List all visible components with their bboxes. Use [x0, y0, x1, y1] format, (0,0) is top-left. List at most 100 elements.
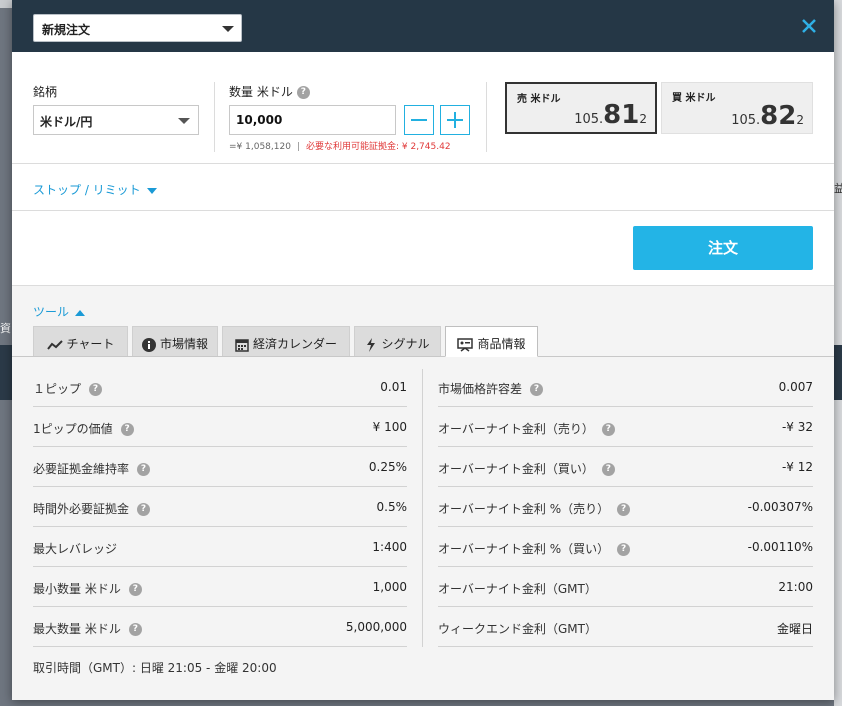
product-info-value: 1,000	[372, 580, 407, 594]
tab-market-info[interactable]: 市場情報	[132, 326, 218, 356]
help-icon[interactable]: ?	[530, 383, 544, 396]
symbol-select[interactable]: 米ドル/円	[33, 105, 199, 135]
product-info-value: 0.01	[380, 380, 407, 394]
product-info-row: オーバーナイト金利（買い）? -¥ 12	[438, 447, 813, 487]
product-info-value: -¥ 32	[781, 420, 813, 434]
caret-up-icon	[75, 309, 86, 316]
product-info-key: １ピップ?	[33, 380, 103, 397]
product-info-row: オーバーナイト金利 %（買い）? -0.00110%	[438, 527, 813, 567]
tab-signal[interactable]: シグナル	[354, 326, 441, 356]
price-pips: 81	[603, 100, 640, 130]
product-info-row: 必要証拠金維持率? 0.25%	[33, 447, 407, 487]
tab-economic-calendar[interactable]: 経済カレンダー	[222, 326, 350, 356]
tools-panel: ツール チャート 市場情報 経済カレンダー シグナル 商品情報 １ピップ? 0.0…	[12, 286, 834, 700]
help-icon[interactable]: ?	[601, 463, 615, 476]
product-info-row: １ピップ? 0.01	[33, 367, 407, 407]
product-info-row: オーバーナイト金利（GMT） 21:00	[438, 567, 813, 607]
trading-hours: 取引時間（GMT）: 日曜 21:05 - 金曜 20:00	[33, 661, 277, 675]
product-info-key-text: 市場価格許容差	[438, 382, 523, 396]
increase-quantity-button[interactable]	[440, 105, 470, 135]
sell-quote-label: 売 米ドル	[517, 94, 561, 105]
product-info-row: 1ピップの価値? ¥ 100	[33, 407, 407, 447]
product-info-key-text: 必要証拠金維持率	[33, 462, 130, 476]
background-page-bar	[834, 345, 842, 400]
required-margin: 必要な利用可能証拠金: ¥ 2,745.42	[305, 142, 451, 152]
product-info-left: １ピップ? 0.01 1ピップの価値? ¥ 100 必要証拠金維持率? 0.25% 時間外必…	[33, 367, 407, 647]
order-type-select[interactable]: 新規注文	[33, 14, 242, 42]
chevron-down-icon	[178, 118, 190, 124]
submit-section: 注文	[12, 211, 834, 286]
product-info-key: オーバーナイト金利（売り）?	[438, 420, 615, 437]
price-fraction: 2	[796, 113, 804, 127]
product-info-value: -¥ 12	[781, 460, 813, 474]
product-info-key-text: オーバーナイト金利 %（買い）	[438, 542, 610, 556]
help-icon[interactable]: ?	[89, 383, 103, 396]
product-info-value: -0.00307%	[747, 500, 813, 514]
product-info-value: 0.007	[778, 380, 813, 394]
product-info-key: 最小数量 米ドル?	[33, 580, 142, 597]
help-icon[interactable]: ?	[617, 503, 631, 516]
product-info-key: オーバーナイト金利 %（売り）?	[438, 500, 631, 517]
help-icon[interactable]: ?	[617, 543, 631, 556]
product-info-key: オーバーナイト金利（買い）?	[438, 460, 615, 477]
product-info-row: 最小数量 米ドル? 1,000	[33, 567, 407, 607]
product-info-row: 時間外必要証拠金? 0.5%	[33, 487, 407, 527]
background-page-bar-left	[0, 345, 12, 400]
product-info-key: 最大数量 米ドル?	[33, 620, 142, 637]
product-info-row: オーバーナイト金利 %（売り）? -0.00307%	[438, 487, 813, 527]
product-info-value: 金曜日	[776, 622, 813, 636]
product-info-key: 必要証拠金維持率?	[33, 460, 151, 477]
help-icon[interactable]: ?	[128, 583, 142, 596]
help-icon[interactable]: ?	[296, 86, 310, 99]
sell-quote-button[interactable]: 売 米ドル 105.812	[505, 82, 657, 134]
help-icon[interactable]: ?	[128, 623, 142, 636]
help-icon[interactable]: ?	[137, 463, 151, 476]
tab-label: 市場情報	[159, 337, 208, 351]
minus-icon	[411, 119, 427, 121]
buy-price: 105.822	[731, 101, 804, 131]
decrease-quantity-button[interactable]	[404, 105, 434, 135]
price-fraction: 2	[639, 112, 647, 126]
tabs-underline	[12, 356, 834, 357]
product-info-row: ウィークエンド金利（GMT） 金曜日	[438, 607, 813, 647]
tab-chart[interactable]: チャート	[33, 326, 128, 356]
price-prefix: 105.	[731, 113, 761, 128]
product-info-key: オーバーナイト金利 %（買い）?	[438, 540, 631, 557]
info-icon	[141, 337, 156, 352]
product-info-key-text: オーバーナイト金利（GMT）	[438, 582, 597, 596]
place-order-button[interactable]: 注文	[633, 226, 813, 270]
stop-limit-toggle[interactable]: ストップ / リミット	[33, 181, 157, 198]
product-info-key-text: 1ピップの価値	[33, 422, 113, 436]
tab-product-info[interactable]: 商品情報	[445, 326, 538, 357]
quantity-label: 数量 米ドル?	[229, 83, 310, 100]
product-info-value: 0.25%	[368, 460, 407, 474]
product-info-row: 最大数量 米ドル? 5,000,000	[33, 607, 407, 647]
tools-toggle[interactable]: ツール	[33, 303, 86, 320]
sell-price: 105.812	[574, 100, 647, 130]
product-info-key: 市場価格許容差?	[438, 380, 544, 397]
product-info-value: 5,000,000	[345, 620, 407, 634]
help-icon[interactable]: ?	[120, 423, 134, 436]
product-info-key-text: オーバーナイト金利 %（売り）	[438, 502, 610, 516]
price-pips: 82	[760, 101, 797, 131]
tab-label: シグナル	[381, 337, 430, 351]
separator: |	[296, 142, 300, 152]
dialog-header: 新規注文	[12, 0, 834, 52]
product-info-key-text: 最小数量 米ドル	[33, 582, 121, 596]
chevron-down-icon	[222, 26, 234, 32]
signal-icon	[367, 337, 376, 352]
symbol-label: 銘柄	[33, 85, 58, 99]
caret-down-icon	[146, 187, 157, 194]
buy-quote-button[interactable]: 買 米ドル 105.822	[661, 82, 813, 134]
buy-quote-label: 買 米ドル	[672, 93, 716, 104]
plus-icon-vertical	[454, 112, 456, 128]
product-info-key-text: １ピップ	[33, 382, 82, 396]
tab-label: 経済カレンダー	[252, 337, 337, 351]
close-icon[interactable]	[800, 17, 818, 35]
help-icon[interactable]: ?	[137, 503, 151, 516]
product-info-key: ウィークエンド金利（GMT）	[438, 620, 597, 637]
background-glimpse-text-right: 益	[834, 182, 842, 195]
quantity-input[interactable]: 10,000	[229, 105, 396, 135]
product-info-right: 市場価格許容差? 0.007 オーバーナイト金利（売り）? -¥ 32 オーバーナイト金…	[438, 367, 813, 647]
help-icon[interactable]: ?	[601, 423, 615, 436]
